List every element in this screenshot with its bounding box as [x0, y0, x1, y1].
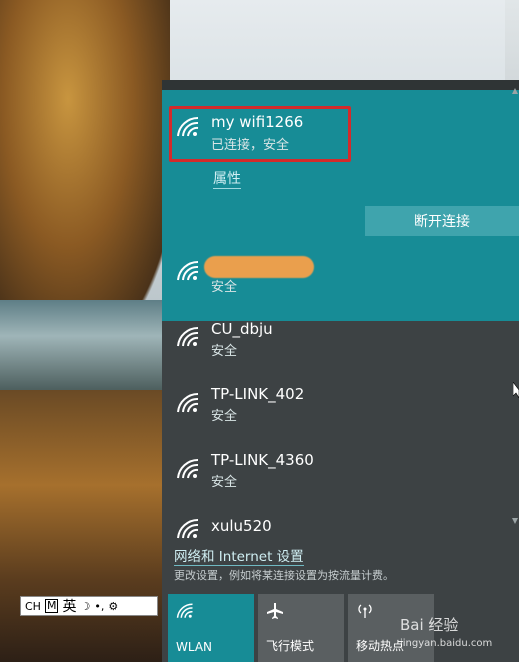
scroll-up-icon — [512, 88, 518, 94]
network-list-item[interactable]: 安全 — [162, 248, 519, 314]
watermark-text: Bai 经验 — [400, 616, 459, 634]
watermark-subtext: jingyan.baidu.com — [400, 638, 493, 649]
network-name: xulu520 — [211, 517, 272, 535]
redaction-scribble — [204, 256, 314, 278]
wifi-icon — [177, 458, 199, 479]
gear-icon[interactable]: ⚙ — [108, 600, 118, 613]
highlight-box — [169, 106, 351, 162]
network-settings-description: 更改设置，例如将某连接设置为按流量计费。 — [174, 569, 394, 582]
punctuation-icon[interactable]: •, — [94, 600, 104, 613]
wallpaper-beach — [0, 390, 170, 662]
ime-input-label[interactable]: 英 — [62, 596, 76, 616]
wifi-icon — [177, 326, 199, 347]
network-list-item[interactable]: TP-LINK_4360 安全 — [162, 446, 519, 512]
wifi-icon — [176, 603, 193, 618]
network-name: TP-LINK_4360 — [211, 451, 314, 469]
ime-toolbar[interactable]: CH M 英 ☽ •, ⚙ — [20, 596, 158, 616]
scroll-down-icon — [512, 518, 518, 524]
properties-link[interactable]: 属性 — [213, 168, 241, 189]
wifi-icon — [177, 260, 199, 281]
network-settings-link[interactable]: 网络和 Internet 设置 — [174, 545, 304, 566]
disconnect-button[interactable]: 断开连接 — [365, 206, 519, 236]
network-security: 安全 — [211, 475, 238, 490]
moon-icon[interactable]: ☽ — [80, 600, 90, 613]
wifi-icon — [177, 518, 199, 539]
network-list-item[interactable]: CU_dbju 安全 — [162, 314, 519, 380]
flyout-top-edge — [162, 80, 519, 90]
mouse-cursor-icon — [513, 382, 519, 398]
airplane-icon — [267, 603, 283, 619]
network-security: 安全 — [211, 344, 238, 359]
network-name: TP-LINK_402 — [211, 385, 305, 403]
network-flyout: my wifi1266 已连接，安全 属性 断开连接 安全 CU_dbju 安全 — [162, 80, 519, 662]
ime-mode-label[interactable]: M — [44, 599, 59, 613]
hotspot-icon — [358, 604, 372, 618]
network-security: 安全 — [211, 280, 238, 295]
ime-lang-label[interactable]: CH — [25, 600, 41, 613]
network-list-scrollbar[interactable] — [511, 80, 519, 550]
network-list-item[interactable]: xulu520 — [162, 512, 519, 542]
quick-action-label: WLAN — [176, 640, 213, 654]
network-name: CU_dbju — [211, 320, 273, 338]
quick-action-airplane[interactable]: 飞行模式 — [258, 594, 344, 662]
wifi-icon — [177, 392, 199, 413]
network-security: 安全 — [211, 409, 238, 424]
quick-action-label: 飞行模式 — [266, 639, 315, 653]
quick-action-label: 移动热点 — [356, 639, 405, 653]
wallpaper-sea — [0, 300, 170, 390]
quick-action-wlan[interactable]: WLAN — [168, 594, 254, 662]
network-list-item[interactable]: TP-LINK_402 安全 — [162, 380, 519, 446]
wallpaper-rock — [0, 0, 170, 330]
